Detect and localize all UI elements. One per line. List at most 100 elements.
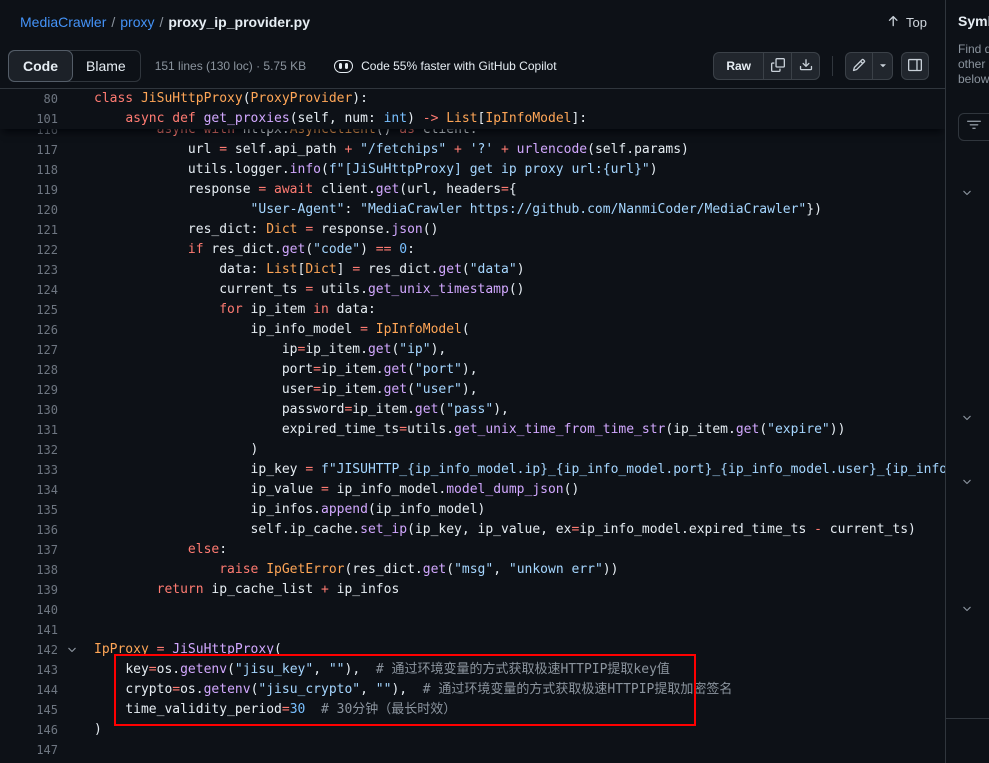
fold-spacer <box>58 180 86 200</box>
code-text: expired_time_ts=utils.get_unix_time_from… <box>86 420 945 440</box>
fold-spacer <box>58 460 86 480</box>
line-number[interactable]: 143 <box>0 660 58 680</box>
code-line: 134 ip_value = ip_info_model.model_dump_… <box>0 480 945 500</box>
code-line: 121 res_dict: Dict = response.json() <box>0 220 945 240</box>
line-number[interactable]: 144 <box>0 680 58 700</box>
code-line: 120 "User-Agent": "MediaCrawler https://… <box>0 200 945 220</box>
download-icon <box>799 58 813 75</box>
code-text: current_ts = utils.get_unix_timestamp() <box>86 280 945 300</box>
line-number[interactable]: 127 <box>0 340 58 360</box>
code-line: 136 self.ip_cache.set_ip(ip_key, ip_valu… <box>0 520 945 540</box>
code-line: 145 time_validity_period=30 # 30分钟（最长时效） <box>0 700 945 720</box>
line-number[interactable]: 101 <box>0 109 58 129</box>
code-text: response = await client.get(url, headers… <box>86 180 945 200</box>
line-number[interactable]: 133 <box>0 460 58 480</box>
code-text: for ip_item in data: <box>86 300 945 320</box>
line-number[interactable]: 117 <box>0 140 58 160</box>
edit-button[interactable] <box>845 52 873 80</box>
breadcrumb-dir-link[interactable]: proxy <box>120 14 154 30</box>
fold-spacer <box>58 500 86 520</box>
line-number[interactable]: 122 <box>0 240 58 260</box>
line-number[interactable]: 146 <box>0 720 58 740</box>
code-line: 129 user=ip_item.get("user"), <box>0 380 945 400</box>
file-view: MediaCrawler/proxy/proxy_ip_provider.py … <box>0 0 945 763</box>
fold-spacer <box>58 480 86 500</box>
symbols-filter-field[interactable] <box>958 113 989 141</box>
code-blame-toggle: Code Blame <box>8 50 141 82</box>
code-lines: 116 async with httpx.AsyncClient() as cl… <box>0 120 945 760</box>
line-number[interactable]: 129 <box>0 380 58 400</box>
scroll-to-top-button[interactable]: Top <box>886 14 927 31</box>
code-line: 124 current_ts = utils.get_unix_timestam… <box>0 280 945 300</box>
chevron-down-icon[interactable] <box>961 602 973 620</box>
code-text: data: List[Dict] = res_dict.get("data") <box>86 260 945 280</box>
toolbar-actions: Raw <box>713 52 929 80</box>
symbols-panel-toggle-button[interactable] <box>901 52 929 80</box>
code-text <box>86 620 945 640</box>
line-number[interactable]: 132 <box>0 440 58 460</box>
code-text: ip_info_model = IpInfoModel( <box>86 320 945 340</box>
code-text: user=ip_item.get("user"), <box>86 380 945 400</box>
raw-button[interactable]: Raw <box>713 52 764 80</box>
breadcrumb-repo-link[interactable]: MediaCrawler <box>20 14 106 30</box>
code-text <box>86 600 945 620</box>
code-line: 147 <box>0 740 945 760</box>
chevron-down-icon[interactable] <box>961 475 973 493</box>
edit-button-group <box>845 52 893 80</box>
line-number[interactable]: 134 <box>0 480 58 500</box>
code-text: port=ip_item.get("port"), <box>86 360 945 380</box>
tab-code[interactable]: Code <box>9 51 72 81</box>
code-text: res_dict: Dict = response.json() <box>86 220 945 240</box>
line-number[interactable]: 124 <box>0 280 58 300</box>
github-code-view: MediaCrawler/proxy/proxy_ip_provider.py … <box>0 0 989 763</box>
line-number[interactable]: 121 <box>0 220 58 240</box>
line-number[interactable]: 139 <box>0 580 58 600</box>
code-text: async def get_proxies(self, num: int) ->… <box>86 109 945 129</box>
file-header: MediaCrawler/proxy/proxy_ip_provider.py … <box>0 0 945 44</box>
code-line: 144 crypto=os.getenv("jisu_crypto", ""),… <box>0 680 945 700</box>
line-number[interactable]: 136 <box>0 520 58 540</box>
line-number[interactable]: 131 <box>0 420 58 440</box>
line-number[interactable]: 120 <box>0 200 58 220</box>
line-number[interactable]: 126 <box>0 320 58 340</box>
code-line: 123 data: List[Dict] = res_dict.get("dat… <box>0 260 945 280</box>
symbols-panel-description-line: below <box>958 72 989 87</box>
line-number[interactable]: 123 <box>0 260 58 280</box>
pencil-icon <box>852 58 866 75</box>
download-raw-button[interactable] <box>792 52 820 80</box>
chevron-down-icon <box>877 59 889 74</box>
line-number[interactable]: 130 <box>0 400 58 420</box>
fold-spacer <box>58 240 86 260</box>
symbols-panel-description-line: other symbols in this file by clicking a… <box>958 57 989 72</box>
line-number[interactable]: 138 <box>0 560 58 580</box>
line-number[interactable]: 145 <box>0 700 58 720</box>
copy-raw-button[interactable] <box>764 52 792 80</box>
line-number[interactable]: 118 <box>0 160 58 180</box>
code-line: 141 <box>0 620 945 640</box>
code-text: IpProxy = JiSuHttpProxy( <box>86 640 945 660</box>
line-number[interactable]: 119 <box>0 180 58 200</box>
edit-dropdown-button[interactable] <box>873 52 893 80</box>
line-number[interactable]: 142 <box>0 640 58 660</box>
file-stats: 151 lines (130 loc) · 5.75 KB <box>155 59 306 73</box>
line-number[interactable]: 141 <box>0 620 58 640</box>
line-number[interactable]: 125 <box>0 300 58 320</box>
tab-blame[interactable]: Blame <box>72 51 140 81</box>
chevron-down-icon[interactable] <box>961 411 973 429</box>
code-line: 146) <box>0 720 945 740</box>
code-text: class JiSuHttpProxy(ProxyProvider): <box>86 89 945 109</box>
code-line: 139 return ip_cache_list + ip_infos <box>0 580 945 600</box>
fold-chevron-icon[interactable] <box>58 640 86 660</box>
line-number[interactable]: 147 <box>0 740 58 760</box>
line-number[interactable]: 128 <box>0 360 58 380</box>
fold-spacer <box>58 660 86 680</box>
line-number[interactable]: 80 <box>0 89 58 109</box>
fold-spacer <box>58 380 86 400</box>
code-text: ip_infos.append(ip_info_model) <box>86 500 945 520</box>
line-number[interactable]: 137 <box>0 540 58 560</box>
chevron-down-icon[interactable] <box>961 186 973 204</box>
code-line: 101 async def get_proxies(self, num: int… <box>0 109 945 129</box>
fold-spacer <box>58 620 86 640</box>
line-number[interactable]: 140 <box>0 600 58 620</box>
line-number[interactable]: 135 <box>0 500 58 520</box>
